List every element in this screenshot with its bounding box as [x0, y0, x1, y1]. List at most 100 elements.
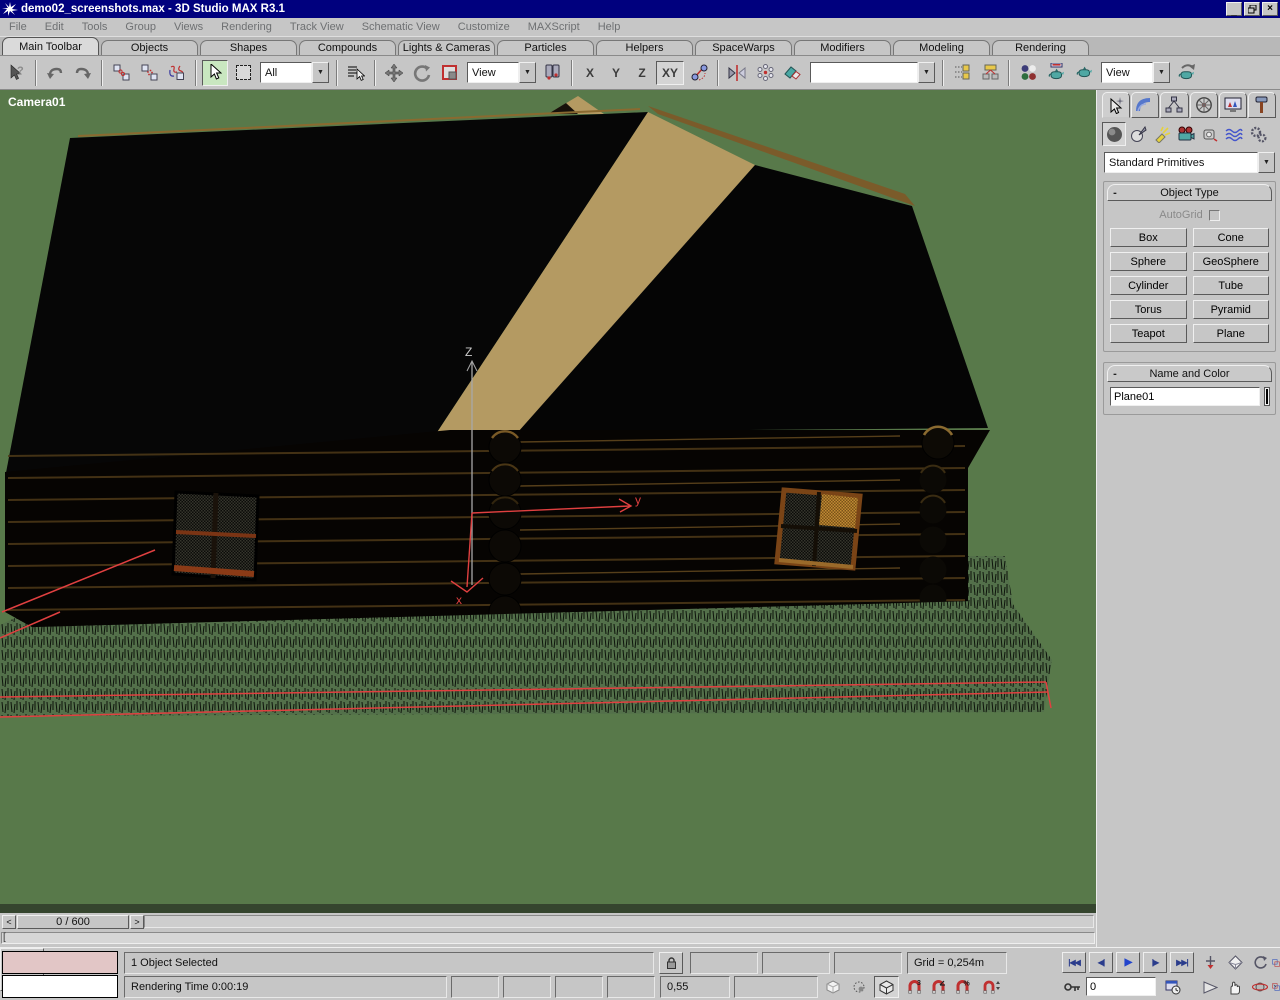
use-pivot-center-button[interactable] — [540, 60, 566, 86]
sphere-button[interactable]: Sphere — [1110, 252, 1187, 271]
restrict-z-button[interactable]: Z — [630, 61, 654, 85]
autogrid-checkbox[interactable] — [1209, 210, 1220, 221]
region-zoom-button[interactable] — [1272, 977, 1280, 997]
go-to-start-button[interactable]: |◀◀ — [1062, 952, 1086, 973]
plane-button[interactable]: Plane — [1193, 324, 1270, 343]
object-name-input[interactable] — [1110, 387, 1260, 406]
maxscript-listener-pane[interactable] — [2, 975, 118, 998]
dropdown-arrow-icon[interactable]: ▼ — [1258, 152, 1275, 173]
zoom-extents-button[interactable] — [1224, 952, 1246, 973]
select-and-link-button[interactable] — [108, 60, 134, 86]
tab-compounds[interactable]: Compounds — [299, 40, 396, 55]
tab-hierarchy[interactable] — [1160, 92, 1188, 118]
dolly-camera-button[interactable] — [1199, 952, 1221, 973]
help-mode-button[interactable]: ? — [4, 60, 30, 86]
restrict-y-button[interactable]: Y — [604, 61, 628, 85]
selection-lock-button[interactable] — [659, 952, 683, 974]
shapes-category-button[interactable] — [1126, 122, 1150, 146]
dropdown-arrow-icon[interactable]: ▼ — [1153, 62, 1170, 83]
geosphere-button[interactable]: GeoSphere — [1193, 252, 1270, 271]
tab-particles[interactable]: Particles — [497, 40, 594, 55]
time-prev-button[interactable]: < — [2, 915, 16, 929]
select-object-button[interactable] — [202, 60, 228, 86]
select-and-scale-button[interactable] — [437, 60, 463, 86]
truck-camera-button[interactable] — [1224, 977, 1246, 997]
render-type-dropdown[interactable]: View ▼ — [1101, 62, 1170, 83]
title-bar[interactable]: demo02_screenshots.max - 3D Studio MAX R… — [0, 0, 1280, 18]
unlink-selection-button[interactable] — [136, 60, 162, 86]
tab-utilities[interactable] — [1248, 92, 1276, 118]
undo-button[interactable] — [42, 60, 68, 86]
menu-file[interactable]: File — [0, 19, 36, 35]
open-track-view-button[interactable] — [949, 60, 975, 86]
selection-filter-dropdown[interactable]: All ▼ — [260, 62, 329, 83]
tab-rendering[interactable]: Rendering — [992, 40, 1089, 55]
tab-modeling[interactable]: Modeling — [893, 40, 990, 55]
dropdown-arrow-icon[interactable]: ▼ — [918, 62, 935, 83]
material-editor-button[interactable] — [1015, 60, 1041, 86]
next-frame-button[interactable]: |▶ — [1143, 952, 1167, 973]
close-button[interactable]: × — [1262, 2, 1278, 16]
dropdown-arrow-icon[interactable]: ▼ — [519, 62, 536, 83]
primitive-category-dropdown[interactable]: Standard Primitives ▼ — [1104, 152, 1275, 173]
arc-rotate-button[interactable] — [1249, 952, 1271, 973]
current-frame-input[interactable] — [1086, 977, 1156, 996]
tab-helpers[interactable]: Helpers — [596, 40, 693, 55]
time-configuration-button[interactable] — [1161, 977, 1185, 997]
menu-schematic-view[interactable]: Schematic View — [353, 19, 449, 35]
tab-modify[interactable] — [1131, 92, 1159, 118]
ik-toggle-button[interactable] — [686, 60, 712, 86]
go-to-end-button[interactable]: ▶▶| — [1170, 952, 1194, 973]
render-scene-button[interactable] — [1043, 60, 1069, 86]
macro-recorder-pane[interactable] — [2, 951, 118, 974]
render-last-button[interactable] — [1174, 60, 1200, 86]
redo-button[interactable] — [70, 60, 96, 86]
menu-views[interactable]: Views — [165, 19, 212, 35]
object-color-swatch[interactable] — [1265, 388, 1269, 405]
lights-category-button[interactable] — [1150, 122, 1174, 146]
previous-frame-button[interactable]: ◀| — [1089, 952, 1113, 973]
time-next-button[interactable]: > — [130, 915, 144, 929]
geometry-category-button[interactable] — [1102, 122, 1126, 146]
cylinder-button[interactable]: Cylinder — [1110, 276, 1187, 295]
coord-y-field[interactable] — [762, 952, 830, 974]
tab-create[interactable] — [1102, 92, 1130, 118]
tab-objects[interactable]: Objects — [101, 40, 198, 55]
menu-track-view[interactable]: Track View — [281, 19, 353, 35]
time-slider-track[interactable] — [144, 915, 1094, 928]
torus-button[interactable]: Torus — [1110, 300, 1187, 319]
align-button[interactable] — [780, 60, 806, 86]
tab-shapes[interactable]: Shapes — [200, 40, 297, 55]
time-slider-handle[interactable]: 0 / 600 — [17, 915, 129, 929]
snap-toggle-button[interactable] — [874, 976, 899, 998]
tube-button[interactable]: Tube — [1193, 276, 1270, 295]
dropdown-arrow-icon[interactable]: ▼ — [312, 62, 329, 83]
minimize-button[interactable]: _ — [1226, 2, 1242, 16]
mirror-button[interactable] — [724, 60, 750, 86]
select-by-name-button[interactable] — [343, 60, 369, 86]
menu-rendering[interactable]: Rendering — [212, 19, 281, 35]
named-selection-dropdown[interactable]: ▼ — [810, 62, 935, 83]
restrict-x-button[interactable]: X — [578, 61, 602, 85]
viewport-label[interactable]: Camera01 — [8, 95, 65, 109]
tab-modifiers[interactable]: Modifiers — [794, 40, 891, 55]
pyramid-button[interactable]: Pyramid — [1193, 300, 1270, 319]
array-button[interactable] — [752, 60, 778, 86]
key-mode-button[interactable] — [1060, 977, 1084, 997]
select-and-move-button[interactable] — [381, 60, 407, 86]
percent-snap-button[interactable]: % — [952, 977, 974, 997]
tab-display[interactable] — [1219, 92, 1247, 118]
min-max-toggle-button[interactable] — [1272, 952, 1280, 973]
coord-z-field[interactable] — [834, 952, 902, 974]
space-warps-category-button[interactable] — [1222, 122, 1246, 146]
reference-coordinate-dropdown[interactable]: View ▼ — [467, 62, 536, 83]
degrade-override-button[interactable] — [822, 977, 844, 997]
restrict-xy-button[interactable]: XY — [656, 61, 684, 85]
track-bar[interactable]: [ — [0, 930, 1096, 947]
camera-viewport[interactable]: Z y x Camera01 — [0, 90, 1096, 913]
tab-main-toolbar[interactable]: Main Toolbar — [2, 37, 99, 55]
cameras-category-button[interactable] — [1174, 122, 1198, 146]
snap-3d-button[interactable]: 3 — [904, 977, 926, 997]
menu-group[interactable]: Group — [116, 19, 165, 35]
systems-category-button[interactable] — [1246, 122, 1270, 146]
